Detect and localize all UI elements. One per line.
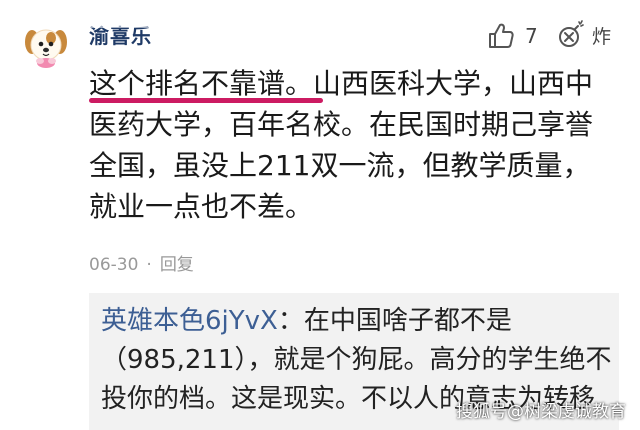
bomb-label: 炸 [592, 25, 612, 48]
comment-text: 这个排名不靠谱。山西医科大学，山西中 医药大学，百年名校。在民国时期己享誉 全国… [89, 63, 619, 227]
reply-line: 英雄本色6jYvX：在中国啥子都不是 [101, 302, 611, 341]
bomb-icon [556, 20, 586, 50]
username-crop-overlay [80, 8, 190, 28]
highlight-underline [89, 98, 323, 103]
comment-line: 就业一点也不差。 [89, 190, 314, 223]
dog-avatar-icon [21, 21, 71, 71]
like-count: 7 [525, 24, 538, 48]
comment-meta: 06-30 · 回复 [89, 250, 194, 275]
like-button[interactable]: 7 [487, 20, 538, 52]
reply-separator: ： [277, 306, 304, 336]
reply-username[interactable]: 英雄本色6jYvX [101, 306, 278, 336]
comment-line: 全国，虽没上211双一流，但教学质量， [89, 149, 591, 182]
reply-button[interactable]: 回复 [160, 255, 194, 275]
thumbs-up-icon [487, 22, 515, 50]
meta-separator: · [146, 255, 152, 275]
reply-content: 在中国啥子都不是 [303, 306, 512, 336]
comment-line: 医药大学，百年名校。在民国时期己享誉 [89, 108, 594, 141]
bomb-button[interactable]: 炸 [556, 18, 611, 52]
avatar[interactable] [20, 20, 72, 72]
comment-date: 06-30 [89, 255, 139, 275]
reply-line: （985,211），就是个狗屁。高分的学生绝不 [101, 345, 612, 375]
watermark: 搜狐号@树梁虔诚教育 [456, 402, 626, 422]
